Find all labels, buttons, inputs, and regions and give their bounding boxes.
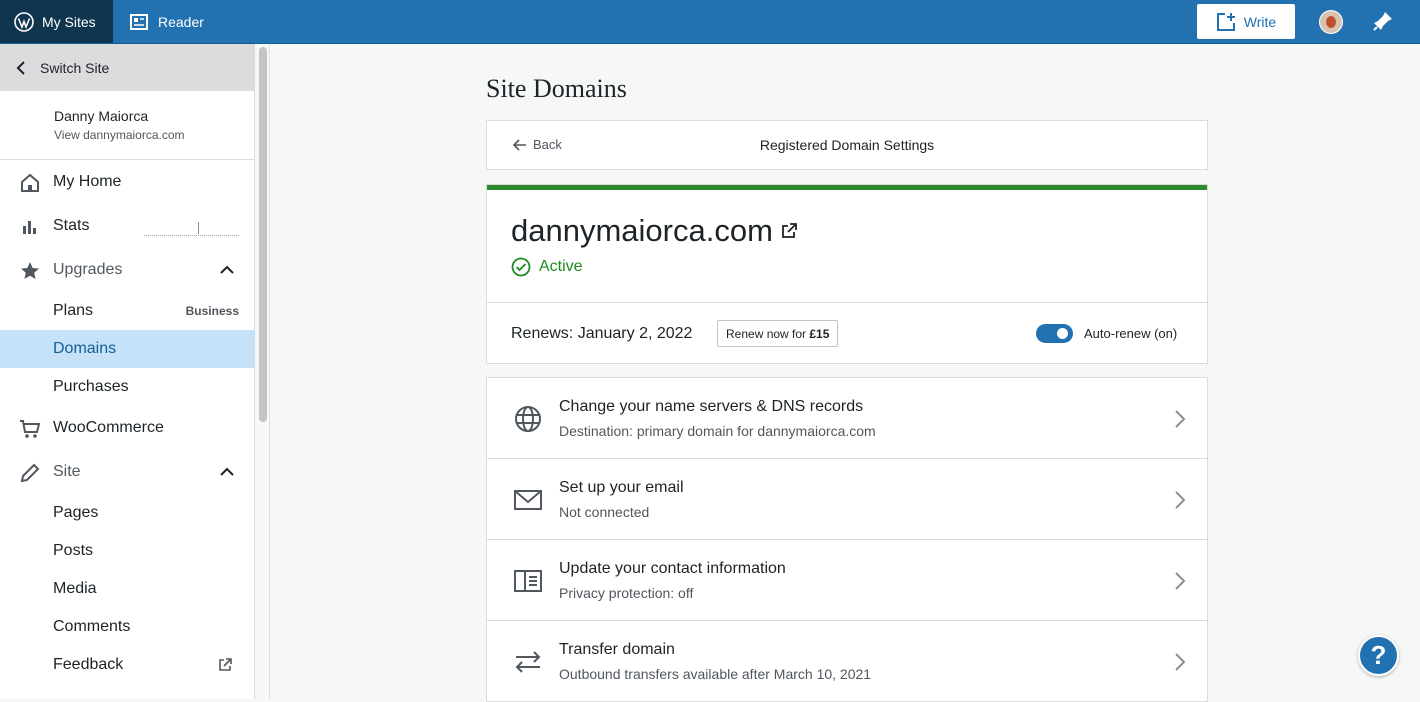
header-title: Registered Domain Settings [759, 137, 935, 153]
sidebar-item-purchases[interactable]: Purchases [0, 368, 255, 406]
sidebar-item-my-home[interactable]: My Home [0, 163, 255, 201]
sidebar-item-comments[interactable]: Comments [0, 608, 255, 646]
switch-site-label: Switch Site [40, 59, 110, 76]
auto-renew-toggle[interactable] [1036, 324, 1073, 343]
divider [487, 302, 1207, 303]
page-title: Site Domains [486, 74, 627, 103]
notifications-icon[interactable] [1372, 10, 1394, 37]
my-sites-button[interactable]: My Sites [0, 0, 113, 43]
write-icon [1216, 12, 1235, 31]
contact-info-row[interactable]: Update your contact information Privacy … [486, 539, 1208, 621]
write-label: Write [1243, 13, 1277, 30]
dns-settings-row[interactable]: Change your name servers & DNS records D… [486, 377, 1208, 459]
renew-price: £15 [809, 326, 830, 341]
site-card[interactable]: Danny Maiorca View dannymaiorca.com [0, 91, 255, 160]
row-description: Privacy protection: off [559, 585, 694, 601]
reader-icon [130, 13, 148, 30]
sidebar-scrollbar[interactable] [259, 47, 267, 422]
chevron-up-icon [220, 467, 234, 476]
domain-card: dannymaiorca.com Active Renews: January … [486, 184, 1208, 364]
sidebar-item-label: Feedback [53, 656, 124, 673]
status-bar [487, 185, 1207, 190]
sidebar-item-label: Posts [53, 542, 94, 559]
header-card: Back Registered Domain Settings [486, 120, 1208, 170]
row-description: Outbound transfers available after March… [559, 666, 872, 682]
reader-button[interactable]: Reader [130, 0, 204, 43]
write-button[interactable]: Write [1197, 4, 1295, 39]
transfer-arrows-icon [515, 651, 541, 673]
row-title: Set up your email [559, 479, 684, 496]
sidebar-item-label: Media [53, 580, 97, 597]
star-icon [21, 262, 39, 279]
chevron-left-icon [16, 60, 25, 75]
chevron-up-icon [220, 265, 234, 274]
home-icon [21, 173, 39, 192]
chevron-right-icon [1175, 653, 1186, 671]
sidebar-item-label: Upgrades [53, 261, 123, 278]
sidebar-item-woocommerce[interactable]: WooCommerce [0, 409, 255, 447]
row-title: Transfer domain [559, 641, 675, 658]
help-button[interactable]: ? [1358, 635, 1399, 676]
sidebar-item-domains[interactable]: Domains [0, 330, 255, 368]
row-title: Update your contact information [559, 560, 786, 577]
sidebar-item-feedback[interactable]: Feedback [0, 646, 255, 684]
sidebar-item-stats[interactable]: Stats [0, 207, 255, 245]
row-title: Change your name servers & DNS records [559, 398, 864, 415]
sidebar-item-label: Site [53, 463, 81, 480]
stats-icon [23, 221, 36, 234]
sidebar-item-pages[interactable]: Pages [0, 494, 255, 532]
domain-name: dannymaiorca.com [511, 213, 797, 249]
switch-site-button[interactable]: Switch Site [0, 44, 255, 91]
chevron-right-icon [1175, 410, 1186, 428]
masterbar: My Sites Reader Write [0, 0, 1420, 44]
sidebar-item-posts[interactable]: Posts [0, 532, 255, 570]
sidebar-item-site[interactable]: Site [0, 453, 255, 491]
stats-sparkline [144, 222, 239, 236]
status-label: Active [539, 258, 583, 275]
sidebar-item-label: Domains [53, 340, 117, 357]
external-link-icon [219, 658, 232, 671]
row-description: Not connected [559, 504, 650, 520]
contact-card-icon [514, 570, 542, 592]
external-link-icon[interactable] [781, 223, 797, 239]
sidebar-item-label: Stats [53, 217, 90, 234]
reader-label: Reader [158, 13, 204, 30]
pencil-icon [20, 463, 40, 483]
mail-icon [514, 490, 542, 510]
status-badge: Active [511, 257, 583, 277]
globe-icon [515, 406, 541, 432]
cart-icon [20, 420, 41, 438]
site-name: Danny Maiorca [54, 108, 149, 124]
site-url-link[interactable]: View dannymaiorca.com [54, 128, 185, 142]
avatar[interactable] [1319, 10, 1343, 34]
transfer-domain-row[interactable]: Transfer domain Outbound transfers avail… [486, 620, 1208, 702]
chevron-right-icon [1175, 491, 1186, 509]
sidebar-item-upgrades[interactable]: Upgrades [0, 251, 255, 289]
wordpress-logo-icon [14, 11, 34, 32]
sidebar-item-label: My Home [53, 173, 122, 190]
sidebar-item-label: WooCommerce [53, 419, 164, 436]
sidebar-item-label: Pages [53, 504, 99, 521]
renewal-date: Renews: January 2, 2022 [511, 325, 693, 342]
chevron-right-icon [1175, 572, 1186, 590]
renew-now-label: Renew now for [726, 326, 810, 341]
sidebar-item-label: Comments [53, 618, 131, 635]
sidebar-item-plans[interactable]: Plans Business [0, 292, 255, 330]
email-settings-row[interactable]: Set up your email Not connected [486, 458, 1208, 540]
plan-badge: Business [185, 304, 239, 318]
domain-name-text: dannymaiorca.com [511, 213, 773, 248]
my-sites-label: My Sites [42, 13, 96, 30]
row-description: Destination: primary domain for dannymai… [559, 423, 876, 439]
sidebar-item-label: Purchases [53, 378, 129, 395]
sidebar: Switch Site Danny Maiorca View dannymaio… [0, 44, 255, 699]
check-circle-icon [511, 257, 531, 277]
sidebar-item-label: Plans [53, 302, 94, 319]
renew-now-button[interactable]: Renew now for £15 [717, 320, 839, 347]
auto-renew-label: Auto-renew (on) [1084, 326, 1178, 341]
sidebar-item-media[interactable]: Media [0, 570, 255, 608]
